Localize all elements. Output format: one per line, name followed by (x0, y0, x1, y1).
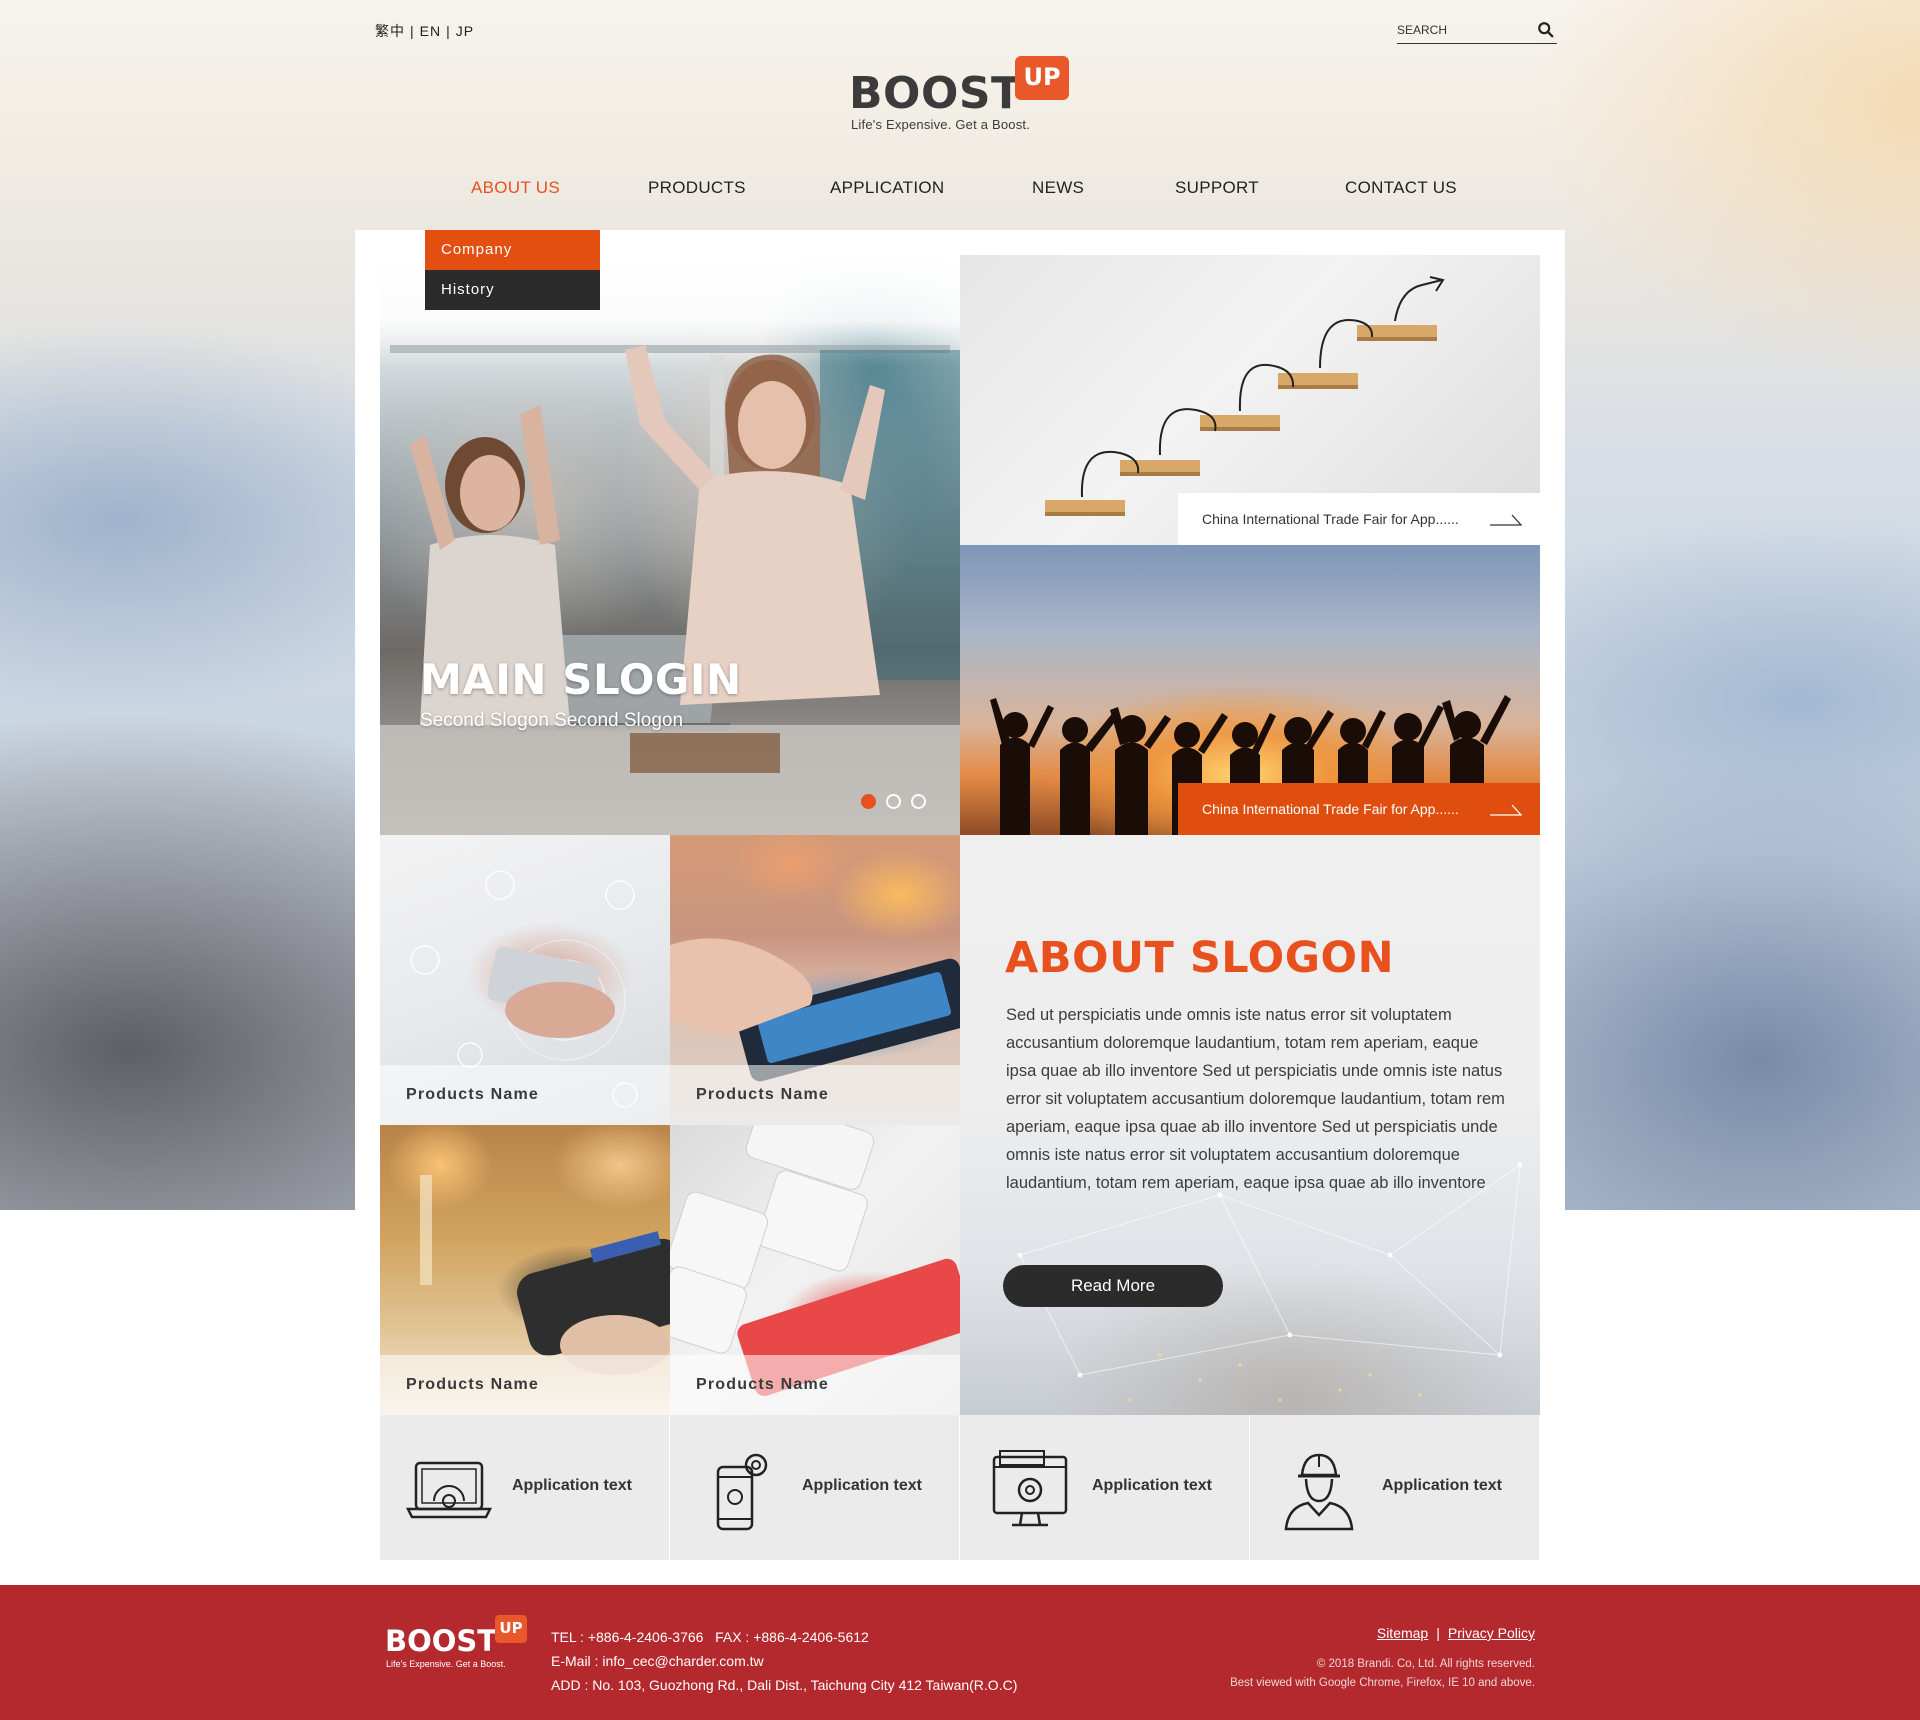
about-text: Sed ut perspiciatis unde omnis iste natu… (1006, 1006, 1505, 1192)
arrow-right-icon (1490, 804, 1522, 816)
news-caption-2[interactable]: China International Trade Fair for App..… (1178, 783, 1540, 835)
main-nav: ABOUT US PRODUCTS APPLICATION NEWS SUPPO… (0, 178, 1920, 202)
nav-support[interactable]: SUPPORT (1175, 178, 1259, 198)
footer-logo-badge: UP (495, 1615, 527, 1643)
dropdown-item-company[interactable]: Company (425, 230, 600, 270)
nav-products[interactable]: PRODUCTS (648, 178, 746, 198)
about-title: ABOUT SLOGON (1005, 933, 1395, 983)
search-icon[interactable] (1537, 21, 1555, 39)
news-caption-1-text: China International Trade Fair for App..… (1202, 511, 1459, 527)
copyright-text: © 2018 Brandi. Co, Ltd. All rights reser… (1316, 1658, 1535, 1670)
product-tile-4[interactable]: Products Name (670, 1125, 960, 1415)
hero-subtitle: Second Slogon Second Slogon (420, 710, 684, 731)
hero-title: MAIN SLOGIN (420, 655, 742, 704)
arrow-right-icon (1490, 514, 1522, 526)
language-switcher: 繁中 | EN | JP (375, 23, 475, 39)
footer-logo[interactable]: BOOST UP Life's Expensive. Get a Boost. (385, 1615, 527, 1670)
product-name-4: Products Name (670, 1355, 960, 1415)
about-section: ABOUT SLOGON Sed ut perspiciatis unde om… (960, 835, 1540, 1415)
monitor-gear-icon (992, 1450, 1068, 1527)
footer-email: E-Mail : info_cec@charder.com.tw (551, 1653, 764, 1669)
logo-wordmark: BOOST (849, 68, 1022, 119)
hero-photo (380, 345, 960, 835)
hero-slider[interactable]: MAIN SLOGIN Second Slogon Second Slogon (380, 255, 960, 835)
read-more-button[interactable]: Read More (1003, 1265, 1223, 1307)
lang-zh[interactable]: 繁中 (375, 23, 405, 39)
laptop-gear-icon (405, 1461, 493, 1519)
nav-news[interactable]: NEWS (1032, 178, 1084, 198)
privacy-policy-link[interactable]: Privacy Policy (1448, 1625, 1535, 1641)
nav-application[interactable]: APPLICATION (830, 178, 944, 198)
footer-tel-fax: TEL : +886-4-2406-3766 FAX : +886-4-2406… (551, 1629, 869, 1645)
applications-row: Application text Application text Applic… (380, 1415, 1540, 1560)
search-box (1397, 20, 1557, 44)
sitemap-link[interactable]: Sitemap (1377, 1625, 1428, 1641)
application-text-2: Application text (802, 1477, 923, 1494)
application-text-1: Application text (512, 1477, 633, 1494)
application-item-2[interactable]: Application text (670, 1415, 959, 1560)
browser-note: Best viewed with Google Chrome, Firefox,… (1230, 1677, 1535, 1689)
site-logo[interactable]: BOOST UP Life's Expensive. Get a Boost. (849, 54, 1071, 136)
slider-dot-2[interactable] (886, 794, 901, 810)
footer-copyright: © 2018 Brandi. Co, Ltd. All rights reser… (1230, 1655, 1535, 1693)
nav-contact-us[interactable]: CONTACT US (1345, 178, 1457, 198)
product-name-1: Products Name (380, 1065, 670, 1125)
footer-address: ADD : No. 103, Guozhong Rd., Dali Dist.,… (551, 1677, 1018, 1693)
lang-jp[interactable]: JP (456, 23, 474, 39)
news-tile-stairs[interactable]: China International Trade Fair for App..… (960, 255, 1540, 545)
news-caption-2-text: China International Trade Fair for App..… (1202, 801, 1459, 817)
slider-dot-3[interactable] (911, 794, 926, 810)
logo-tagline: Life's Expensive. Get a Boost. (851, 117, 1031, 132)
footer-logo-wordmark: BOOST (385, 1624, 498, 1658)
engineer-icon (1284, 1453, 1354, 1531)
application-text-4: Application text (1382, 1477, 1503, 1494)
footer-links: Sitemap | Privacy Policy (1376, 1625, 1535, 1641)
logo-badge: UP (1015, 56, 1069, 100)
application-item-3[interactable]: Application text (960, 1415, 1249, 1560)
nav-about-us[interactable]: ABOUT US (471, 178, 560, 198)
slider-dot-1[interactable] (861, 794, 876, 810)
lang-en[interactable]: EN (420, 23, 441, 39)
product-tile-3[interactable]: Products Name (380, 1125, 670, 1415)
dropdown-item-history[interactable]: History (425, 270, 600, 310)
product-name-3: Products Name (380, 1355, 670, 1415)
news-tile-sunset[interactable]: China International Trade Fair for App..… (960, 545, 1540, 835)
footer-contact: TEL : +886-4-2406-3766 FAX : +886-4-2406… (551, 1625, 1017, 1697)
application-item-1[interactable]: Application text (380, 1415, 669, 1560)
about-dropdown: Company History (425, 230, 600, 310)
news-caption-1[interactable]: China International Trade Fair for App..… (1178, 493, 1540, 545)
product-tile-1[interactable]: Products Name (380, 835, 670, 1125)
phone-gear-icon (716, 1453, 768, 1531)
application-text-3: Application text (1092, 1477, 1213, 1494)
product-name-2: Products Name (670, 1065, 960, 1125)
product-tile-2[interactable]: Products Name (670, 835, 960, 1125)
slider-dots (861, 793, 936, 811)
footer-logo-tagline: Life's Expensive. Get a Boost. (386, 1659, 506, 1669)
application-item-4[interactable]: Application text (1250, 1415, 1539, 1560)
footer: BOOST UP Life's Expensive. Get a Boost. … (0, 1585, 1920, 1720)
search-input[interactable] (1397, 20, 1527, 40)
